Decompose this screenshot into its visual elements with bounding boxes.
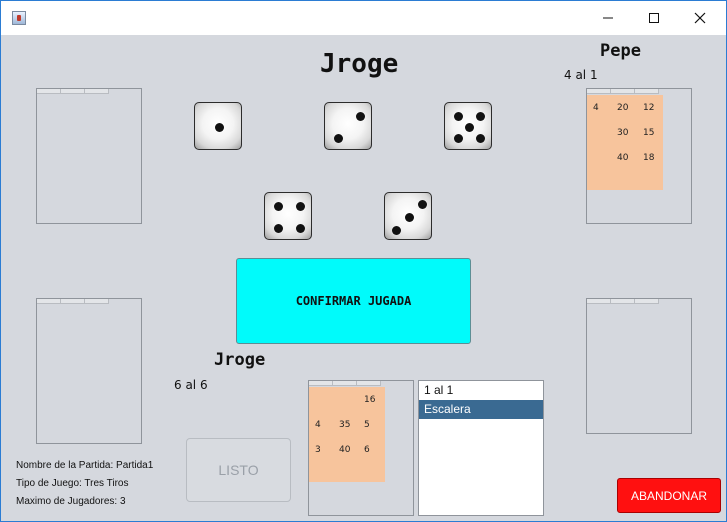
score-sheet: 4 20 12 30 15 40 18 (587, 95, 663, 190)
confirm-play-button[interactable]: CONFIRMAR JUGADA (236, 258, 471, 344)
player-score-panel: 16 4 35 5 3 40 6 (308, 380, 414, 516)
die-pip (356, 112, 365, 121)
die-pip (296, 202, 305, 211)
list-item[interactable]: 1 al 1 (419, 381, 543, 400)
player-panel-empty-bottom-right (586, 298, 692, 434)
die-pip (454, 134, 463, 143)
player-panel-empty-top-left (36, 88, 142, 224)
score-cell: 16 (364, 395, 376, 405)
minimize-button[interactable] (585, 1, 631, 35)
plays-list[interactable]: 1 al 1 Escalera (418, 380, 544, 516)
score-cell: 40 (339, 445, 351, 455)
die-pip (405, 213, 414, 222)
opponent-name: Pepe (600, 41, 641, 61)
die-pip (215, 123, 224, 132)
list-item-selected[interactable]: Escalera (419, 400, 543, 419)
score-cell: 5 (364, 420, 370, 430)
score-cell: 4 (593, 103, 599, 113)
die-one[interactable] (194, 102, 242, 150)
score-cell: 6 (364, 445, 370, 455)
score-cell: 30 (617, 128, 629, 138)
die-pip (418, 200, 427, 209)
die-five[interactable] (444, 102, 492, 150)
title-bar (1, 1, 726, 35)
current-turn-title: Jroge (320, 49, 399, 79)
die-pip (476, 134, 485, 143)
maximize-icon (649, 13, 659, 23)
die-pip (454, 112, 463, 121)
die-pip (296, 224, 305, 233)
ready-button[interactable]: LISTO (186, 438, 291, 502)
die-pip (274, 202, 283, 211)
opponent-selection-label: 4 al 1 (564, 68, 598, 82)
abandon-button[interactable]: ABANDONAR (617, 478, 721, 513)
opponent-score-panel: 4 20 12 30 15 40 18 (586, 88, 692, 224)
die-four[interactable] (264, 192, 312, 240)
close-button[interactable] (677, 1, 723, 35)
score-cell: 4 (315, 420, 321, 430)
minimize-icon (603, 17, 613, 19)
score-cell: 12 (643, 103, 655, 113)
player-selection-label: 6 al 6 (174, 378, 208, 392)
die-three[interactable] (384, 192, 432, 240)
maximize-button[interactable] (631, 1, 677, 35)
game-type-label: Tipo de Juego: Tres Tiros (16, 478, 129, 489)
score-cell: 20 (617, 103, 629, 113)
score-cell: 18 (643, 153, 655, 163)
score-cell: 3 (315, 445, 321, 455)
current-player-name: Jroge (214, 350, 266, 370)
score-cell: 15 (643, 128, 655, 138)
die-pip (465, 123, 474, 132)
die-pip (392, 226, 401, 235)
score-sheet: 16 4 35 5 3 40 6 (309, 387, 385, 482)
java-cup-icon (12, 11, 26, 25)
score-cell: 35 (339, 420, 351, 430)
die-pip (334, 134, 343, 143)
close-icon (694, 12, 706, 24)
score-cell: 40 (617, 153, 629, 163)
die-pip (476, 112, 485, 121)
max-players-label: Maximo de Jugadores: 3 (16, 496, 126, 507)
die-pip (274, 224, 283, 233)
player-panel-empty-bottom-left (36, 298, 142, 444)
game-name-label: Nombre de la Partida: Partida1 (16, 460, 154, 471)
die-two[interactable] (324, 102, 372, 150)
